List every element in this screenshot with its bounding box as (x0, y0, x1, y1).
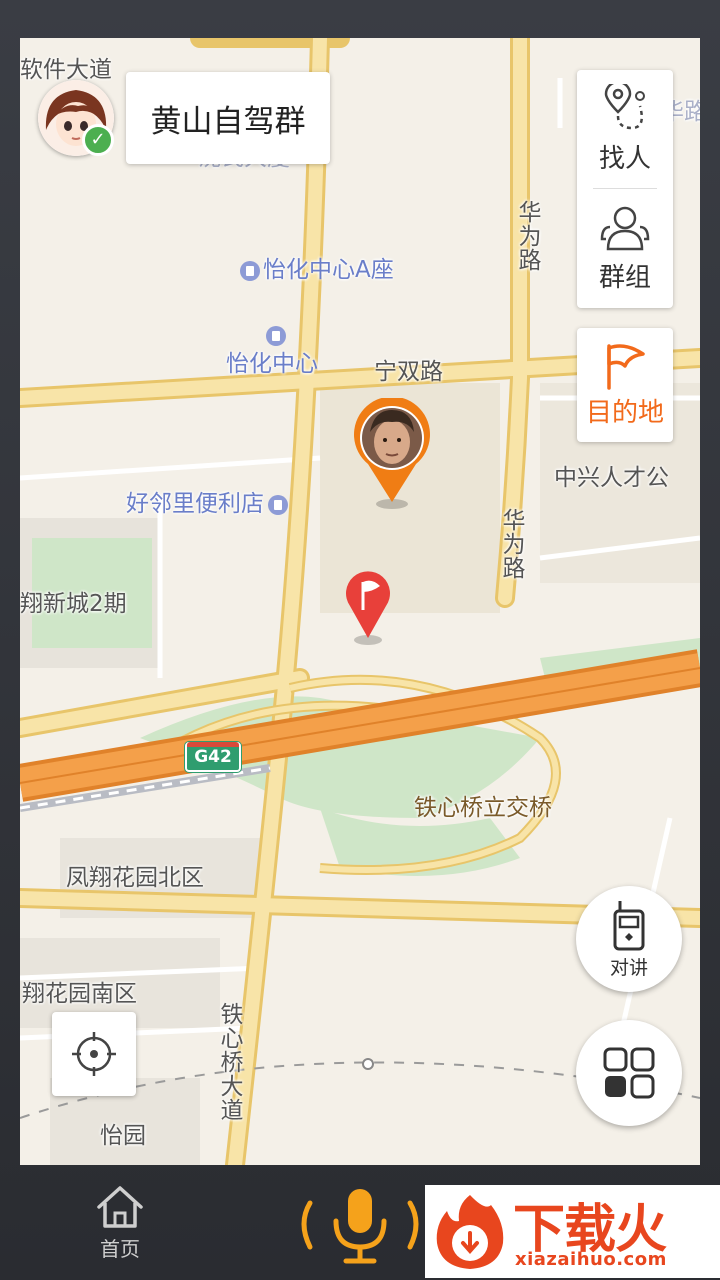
flag-icon (607, 343, 645, 390)
map-label-huawei-road-2: 华为路 (498, 508, 524, 580)
side-panel: 找人 群组 (577, 70, 673, 308)
bottom-bar: 首页 下载火 xiazaihuo.com (0, 1165, 720, 1280)
home-label: 首页 (100, 1237, 140, 1261)
find-people-button[interactable]: 找人 (577, 70, 673, 188)
walkie-talkie-label: 对讲 (609, 956, 648, 979)
location-route-icon (604, 83, 645, 129)
divider (593, 188, 657, 189)
microphone-icon (301, 1189, 419, 1264)
find-people-label: 找人 (598, 143, 651, 174)
home-tab[interactable]: 首页 (80, 1185, 160, 1265)
member-location-marker[interactable] (352, 396, 432, 510)
map-label-huawei-road-1: 华为路 (514, 200, 540, 272)
map-label-yihua[interactable]: 怡化中心 (226, 344, 318, 378)
crosshair-icon (72, 1032, 116, 1076)
watermark-url: xiazaihuo.com (515, 1249, 667, 1270)
grid-icon (603, 1047, 655, 1099)
map-label-haolinli[interactable]: 好邻里便利店 (126, 484, 291, 518)
walkie-talkie-button[interactable]: 对讲 (576, 886, 682, 992)
map-label-fengxiang-south: 翔花园南区 (22, 981, 137, 1007)
destination-button[interactable]: 目的地 (577, 328, 673, 442)
destination-marker[interactable] (344, 570, 394, 646)
fire-logo-icon (436, 1195, 504, 1269)
building-icon (240, 260, 260, 281)
home-icon (97, 1186, 143, 1228)
map-label-tiexin-interchange: 铁心桥立交桥 (414, 795, 552, 821)
flag-pin-icon (346, 571, 390, 645)
online-check-icon: ✓ (82, 124, 114, 156)
map-label-yihua-a[interactable]: 怡化中心A座 (240, 250, 394, 284)
push-to-talk-button[interactable] (290, 1183, 430, 1273)
map-label-yiyuan: 怡园 (100, 1123, 146, 1149)
watermark: 下载火 xiazaihuo.com (425, 1185, 720, 1278)
group-people-icon (600, 206, 650, 250)
destination-label: 目的地 (585, 397, 664, 428)
map-label-fengxiang-north: 凤翔花园北区 (66, 865, 204, 891)
walkie-talkie-icon (613, 900, 645, 950)
shop-icon (268, 494, 288, 515)
person-pin-icon (354, 396, 430, 509)
map-label-ningshuang: 宁双路 (374, 359, 443, 385)
group-name[interactable]: 黄山自驾群 (126, 72, 330, 164)
map-label-zte: 中兴人才公 (554, 465, 669, 491)
map-label-software-ave: 软件大道 (20, 57, 112, 83)
groups-button[interactable]: 群组 (577, 190, 673, 308)
map-label-fengxiang2: 翔新城2期 (20, 591, 127, 617)
locate-me-button[interactable] (52, 1012, 136, 1096)
highway-shield: G42 (185, 742, 241, 772)
menu-grid-button[interactable] (576, 1020, 682, 1126)
map-label-tiexinqiao-ave: 铁心桥大道 (216, 1002, 242, 1122)
groups-label: 群组 (598, 262, 651, 293)
